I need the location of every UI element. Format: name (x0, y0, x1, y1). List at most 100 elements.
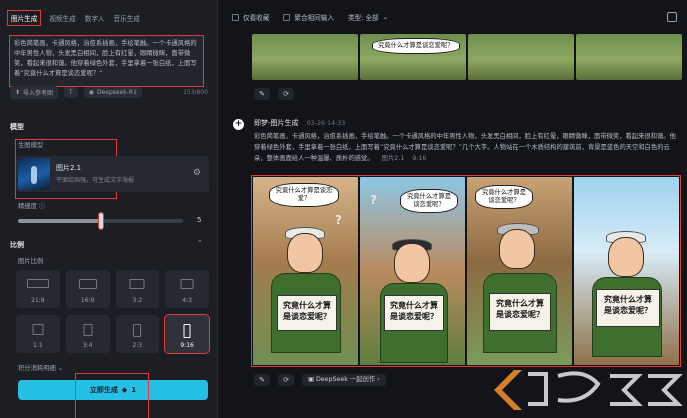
ratio-4-3[interactable]: 4:3 (165, 270, 209, 308)
ratio-label: 3:4 (82, 342, 93, 349)
ratio-21-9[interactable]: 21:9 (16, 270, 60, 308)
prev-bubble: 究竟什么才算是谈恋爱呢？ (372, 38, 460, 54)
tab-video[interactable]: 视频生成 (49, 13, 75, 23)
prev-image[interactable] (576, 34, 682, 80)
regenerate-icon[interactable]: ⟳ (278, 374, 294, 386)
sign-text: 究竟什么才算是谈恋爱呢？ (277, 295, 337, 331)
ratio-shape (133, 324, 142, 337)
upload-reference-button[interactable]: ⬆ 导入参考图 (10, 85, 59, 99)
deepseek-cocreate-button[interactable]: ▣ DeepSeek 一起创作 › (302, 374, 386, 386)
gen-desc-text: 彩色简笔画，卡通风格，治愈系插画，手绘笔触。一个卡通风格的中年男性人物，头发黑白… (254, 133, 676, 162)
ratio-label: 21:9 (31, 297, 45, 304)
ratio-label: 9:16 (180, 342, 194, 349)
type-filter[interactable]: 类型: 全部 ⌄ (348, 12, 388, 22)
upload-label: 导入参考图 (23, 89, 54, 97)
ratio-16-9[interactable]: 16:9 (65, 270, 110, 308)
result-tools: ✎ ⟳ ▣ DeepSeek 一起创作 › (254, 374, 386, 386)
figure-head (287, 233, 323, 273)
result-images: 究竟什么才算是谈恋爱？ ? 究竟什么才算是谈恋爱呢？ 究竟什么才算是谈恋爱呢？ … (251, 175, 681, 367)
chevron-down-icon: ⌄ (382, 13, 389, 21)
text-icon: T (69, 88, 73, 96)
deepseek-model-chip[interactable]: ◉ Deepseek-R1 (83, 86, 142, 98)
gen-ratio-meta: 9:16 (412, 155, 427, 162)
deepseek-icon: ◉ (88, 88, 94, 96)
gen-description: 彩色简笔画，卡通风格，治愈系插画，手绘笔触。一个卡通风格的中年男性人物，头发黑白… (254, 131, 679, 164)
figure-head (394, 243, 430, 283)
ratio-3-2[interactable]: 3:2 (115, 270, 160, 308)
ratio-label: 1:1 (33, 342, 43, 349)
ratio-shape (180, 279, 194, 289)
add-icon[interactable]: + (233, 119, 244, 130)
ratio-shape (129, 279, 145, 289)
ratio-shape (83, 324, 93, 336)
ratio-3-4[interactable]: 3:4 (65, 315, 110, 353)
watermark-logo-icon (494, 370, 683, 410)
info-icon: ⓘ (38, 203, 46, 210)
chevron-down-icon: ⌄ (57, 365, 64, 372)
settings-icon[interactable]: ⚙ (193, 168, 201, 178)
speech-bubble: 究竟什么才算是谈恋爱呢？ (475, 185, 533, 209)
char-count: 153/800 (183, 88, 208, 96)
detail-label: 精细度 ⓘ (18, 201, 45, 210)
prompt-input[interactable]: 彩色简笔画，卡通风格，治愈系插画，手绘笔触。一个卡通风格的中年男性人物，头发黑白… (9, 35, 204, 87)
chevron-right-icon: › (377, 376, 380, 383)
detail-value: 5 (197, 216, 202, 224)
speech-bubble: 究竟什么才算是谈恋爱呢？ (400, 189, 458, 213)
left-panel: 图片生成 视频生成 数字人 音乐生成 彩色简笔画，卡通风格，治愈系插画，手绘笔触… (0, 0, 218, 418)
regenerate-icon[interactable]: ⟳ (278, 88, 294, 100)
prev-image[interactable] (252, 34, 358, 80)
detail-slider[interactable] (18, 212, 183, 230)
ratio-2-3[interactable]: 2:3 (115, 315, 160, 353)
result-image[interactable]: 究竟什么才算是谈恋爱呢？ ? 究竟什么才算是谈恋爱呢？ (360, 177, 465, 365)
history-panel: 仅看收藏 聚合相同输入 类型: 全部 ⌄ 究竟什么才算是谈恋爱呢？ ✎ ⟳ + 即… (218, 0, 687, 418)
ratio-label: 3:2 (132, 297, 143, 304)
result-image[interactable]: 究竟什么才算是谈恋爱呢？ 究竟什么才算是谈恋爱呢？ (467, 177, 572, 365)
model-thumbnail (18, 158, 50, 190)
ratio-section-title: 比例 (10, 241, 24, 249)
ratio-label: 4:3 (182, 297, 192, 304)
fav-label: 仅看收藏 (243, 14, 270, 22)
result-image[interactable]: 究竟什么才算是谈恋爱呢？ (574, 177, 679, 365)
ratio-shape (78, 279, 97, 289)
gen-header: 即梦-图片生成 03-26 14:33 (254, 118, 345, 128)
sign-text: 究竟什么才算是谈恋爱呢？ (596, 289, 660, 327)
prev-image[interactable]: 究竟什么才算是谈恋爱呢？ (360, 34, 466, 80)
fav-filter[interactable]: 仅看收藏 (232, 12, 269, 22)
ratio-shape (26, 279, 49, 288)
filter-bar: 仅看收藏 聚合相同输入 类型: 全部 ⌄ (218, 0, 687, 34)
collapse-icon[interactable]: ⌃ (197, 239, 203, 247)
folder-icon[interactable] (667, 12, 677, 22)
deepseek-cocreate-label: DeepSeek 一起创作 (315, 376, 376, 383)
edit-icon[interactable]: ✎ (254, 374, 270, 386)
merge-label: 聚合相同输入 (294, 14, 334, 22)
ratio-9-16[interactable]: 9:16 (164, 314, 210, 354)
sign-text: 究竟什么才算是谈恋爱呢？ (384, 295, 444, 331)
generate-highlight (75, 373, 149, 418)
detail-label-text: 精细度 (18, 203, 37, 210)
gen-model-meta: 图片2.1 (381, 155, 405, 162)
ratio-sub-label: 图片比例 (18, 258, 44, 265)
figure-head (608, 237, 644, 277)
previous-result-strip: 究竟什么才算是谈恋爱呢？ (252, 34, 682, 80)
tab-avatar[interactable]: 数字人 (85, 13, 105, 23)
model-card[interactable]: 图片2.1 平面绘画强，可生成文字海报 ⚙ (16, 156, 209, 192)
prev-tools: ✎ ⟳ (254, 88, 294, 100)
ratio-label: 2:3 (132, 342, 143, 349)
tab-music[interactable]: 音乐生成 (114, 13, 140, 23)
gen-title: 即梦-图片生成 (254, 119, 299, 127)
ratio-1-1[interactable]: 1:1 (16, 315, 60, 353)
mode-tabs: 图片生成 视频生成 数字人 音乐生成 (6, 10, 140, 26)
model-section-title: 模型 (10, 123, 24, 131)
image-icon: ▣ (308, 376, 316, 383)
prev-image[interactable] (468, 34, 574, 80)
merge-filter[interactable]: 聚合相同输入 (283, 12, 334, 22)
edit-icon[interactable]: ✎ (254, 88, 270, 100)
credit-label: 积分消耗明细 (18, 365, 56, 372)
deepseek-chip-label: Deepseek-R1 (96, 88, 137, 96)
text-tool-button[interactable]: T (64, 86, 78, 98)
tab-image[interactable]: 图片生成 (6, 10, 42, 26)
speech-bubble: 究竟什么才算是谈恋爱？ (269, 183, 339, 207)
slider-thumb[interactable] (97, 212, 104, 230)
credit-detail-toggle[interactable]: 积分消耗明细 ⌄ (18, 363, 63, 372)
result-image[interactable]: 究竟什么才算是谈恋爱？ ? 究竟什么才算是谈恋爱呢？ (253, 177, 358, 365)
